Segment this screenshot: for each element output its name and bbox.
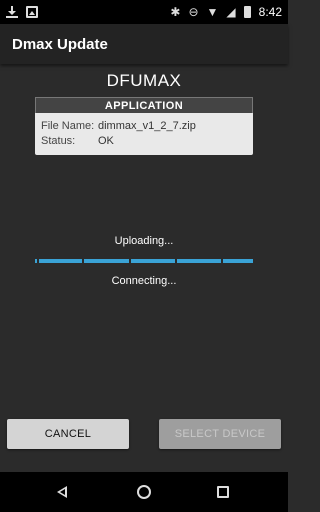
application-card-header: APPLICATION xyxy=(35,97,253,113)
status-bar: ✱ ⊖ ▼ ◢ 8:42 xyxy=(0,0,288,24)
status-value: OK xyxy=(98,135,114,147)
download-icon xyxy=(6,6,18,18)
connecting-text: Connecting... xyxy=(111,275,177,287)
bluetooth-icon: ✱ xyxy=(170,5,181,19)
file-name-label: File Name: xyxy=(41,120,95,132)
wifi-icon: ▼ xyxy=(206,5,219,19)
cancel-button[interactable]: CANCEL xyxy=(7,419,129,449)
app-bar: Dmax Update xyxy=(0,24,288,64)
status-bar-left xyxy=(6,6,38,18)
back-icon[interactable] xyxy=(57,486,67,498)
application-card: APPLICATION File Name: dimmax_v1_2_7.zip … xyxy=(35,97,253,155)
status-bar-right: ✱ ⊖ ▼ ◢ 8:42 xyxy=(170,5,282,19)
uploading-text: Uploading... xyxy=(114,235,174,247)
file-name-value: dimmax_v1_2_7.zip xyxy=(98,120,196,132)
progress-segment-divider xyxy=(82,258,84,264)
status-label: Status: xyxy=(41,135,76,147)
progress-segment-divider xyxy=(175,258,177,264)
app-title: Dmax Update xyxy=(12,35,108,53)
status-time: 8:42 xyxy=(258,5,282,19)
home-icon[interactable] xyxy=(137,485,151,499)
status-row: Status: OK xyxy=(41,134,114,148)
do-not-disturb-icon: ⊖ xyxy=(188,5,199,19)
navigation-bar xyxy=(0,472,288,512)
progress-segment-divider xyxy=(129,258,131,264)
image-icon xyxy=(26,6,38,18)
progress-segment-divider xyxy=(221,258,223,264)
recents-icon[interactable] xyxy=(217,486,229,498)
signal-icon: ◢ xyxy=(226,5,236,19)
select-device-button[interactable]: SELECT DEVICE xyxy=(159,419,281,449)
battery-icon xyxy=(243,6,251,18)
device-title: DFUMAX xyxy=(106,71,182,90)
progress-segment-divider xyxy=(37,258,39,264)
upload-progress-bar xyxy=(35,258,253,264)
file-name-row: File Name: dimmax_v1_2_7.zip xyxy=(41,119,196,133)
